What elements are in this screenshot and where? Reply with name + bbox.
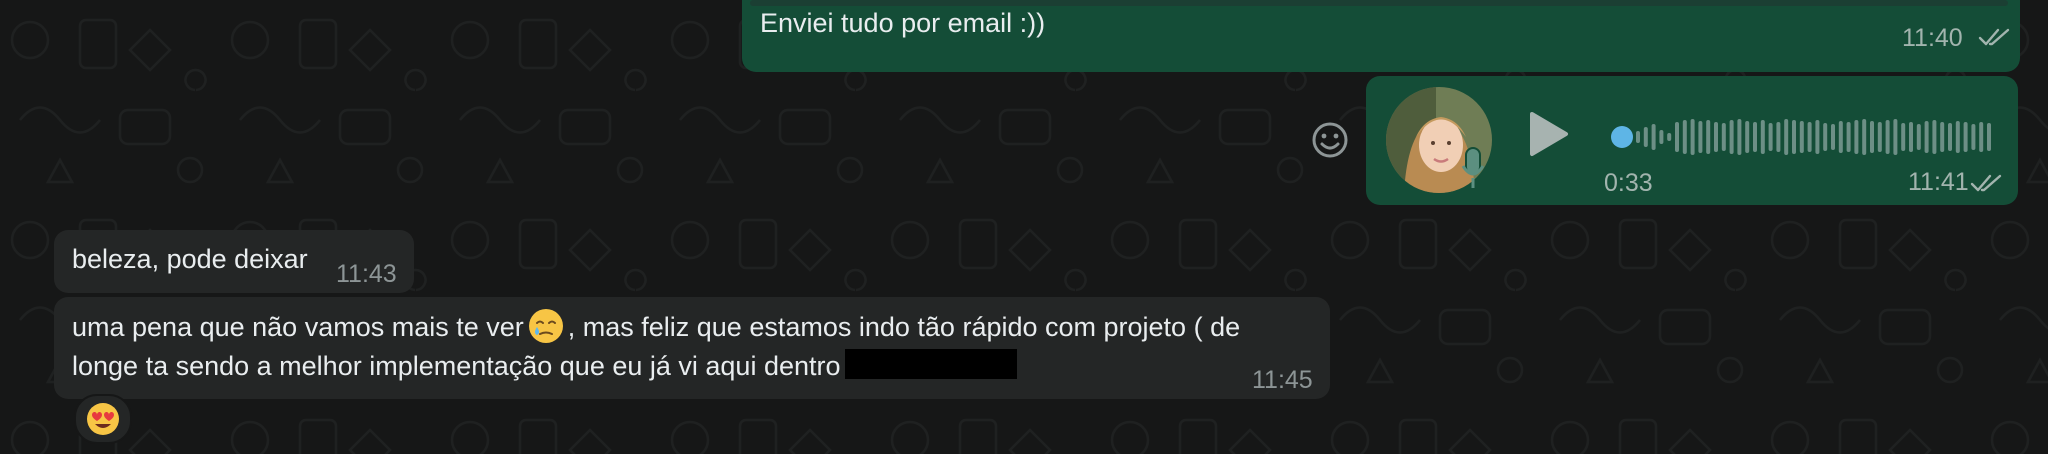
- message-line-2: longe ta sendo a melhor implementação qu…: [72, 347, 1312, 386]
- waveform-bar: [1768, 123, 1773, 151]
- waveform-bar: [1651, 124, 1656, 150]
- voice-duration: 0:33: [1604, 169, 1653, 197]
- redacted-block: [844, 349, 1017, 379]
- waveform-bar: [1682, 120, 1687, 154]
- waveform-bar: [1877, 122, 1882, 152]
- waveform-bar: [1760, 120, 1765, 154]
- waveform-bar: [1979, 122, 1984, 152]
- waveform-bar: [1932, 120, 1937, 154]
- waveform-bar: [1636, 131, 1640, 143]
- waveform-bar: [1909, 122, 1913, 152]
- waveform-bar: [1963, 122, 1968, 152]
- message-text: beleza, pode deixar: [72, 244, 308, 274]
- waveform-bar: [1659, 130, 1664, 144]
- waveform-bar: [1745, 121, 1750, 153]
- waveform-bar: [1916, 124, 1921, 150]
- incoming-message[interactable]: beleza, pode deixar 11:43: [54, 230, 414, 293]
- waveform-bar: [1823, 123, 1828, 151]
- waveform-bar: [1737, 119, 1742, 155]
- reaction-badge[interactable]: [74, 394, 132, 444]
- waveform-bar: [1784, 119, 1789, 155]
- waveform-bar: [1846, 122, 1851, 152]
- waveform-bar: [1971, 124, 1976, 150]
- outgoing-message[interactable]: Enviei tudo por email :)) 11:40: [742, 0, 2020, 72]
- waveform-bar: [1838, 121, 1843, 153]
- play-icon[interactable]: [1526, 110, 1570, 158]
- waveform-bar: [1792, 120, 1796, 154]
- waveform-bar: [1721, 123, 1726, 151]
- waveform-bar: [1940, 122, 1945, 152]
- waveform-bar: [1729, 120, 1734, 154]
- double-check-icon: [1978, 28, 2010, 46]
- message-time: 11:41: [1908, 168, 1969, 196]
- waveform-bar: [1815, 120, 1820, 154]
- waveform-bar: [1885, 120, 1890, 154]
- waveform-bar: [1924, 121, 1929, 153]
- waveform-bar: [1706, 120, 1711, 154]
- message-text: uma pena que não vamos mais te ver , mas…: [72, 308, 1312, 386]
- waveform-bar: [1675, 122, 1679, 152]
- waveform-bar: [1893, 119, 1898, 155]
- waveform-bar: [1690, 119, 1695, 155]
- message-time: 11:45: [1252, 366, 1313, 394]
- waveform-bar: [1987, 123, 1991, 151]
- waveform-bar: [1901, 123, 1906, 151]
- waveform-bar: [1799, 121, 1804, 153]
- message-text: Enviei tudo por email :)): [760, 8, 1046, 38]
- waveform-bar: [1870, 121, 1874, 153]
- voice-message[interactable]: 0:33 11:41: [1366, 76, 2018, 205]
- message-line-1: uma pena que não vamos mais te ver , mas…: [72, 308, 1312, 347]
- waveform-bar: [1955, 121, 1960, 153]
- message-time: 11:40: [1902, 24, 1963, 52]
- message-time: 11:43: [336, 260, 397, 288]
- audio-waveform[interactable]: [1610, 112, 2000, 162]
- waveform-bar: [1862, 119, 1867, 155]
- waveform-bar: [1667, 133, 1672, 141]
- smile-icon[interactable]: [1310, 120, 1350, 160]
- face-holding-back-tears-icon: [528, 309, 563, 343]
- smiling-face-with-heart-eyes-icon: [87, 403, 119, 435]
- waveform-bar: [1753, 122, 1757, 152]
- mic-icon: [1461, 147, 1485, 188]
- incoming-message[interactable]: uma pena que não vamos mais te ver , mas…: [54, 297, 1330, 399]
- waveform-bar: [1854, 120, 1859, 154]
- waveform-bar: [1643, 127, 1648, 147]
- playback-scrubber[interactable]: [1611, 126, 1633, 148]
- waveform-bar: [1831, 124, 1835, 150]
- waveform-bar: [1776, 122, 1781, 152]
- waveform-bar: [1698, 121, 1703, 153]
- waveform-bar: [1948, 123, 1952, 151]
- waveform-bar: [1807, 122, 1812, 152]
- double-check-icon: [1970, 174, 2002, 192]
- waveform-bar: [1714, 122, 1718, 152]
